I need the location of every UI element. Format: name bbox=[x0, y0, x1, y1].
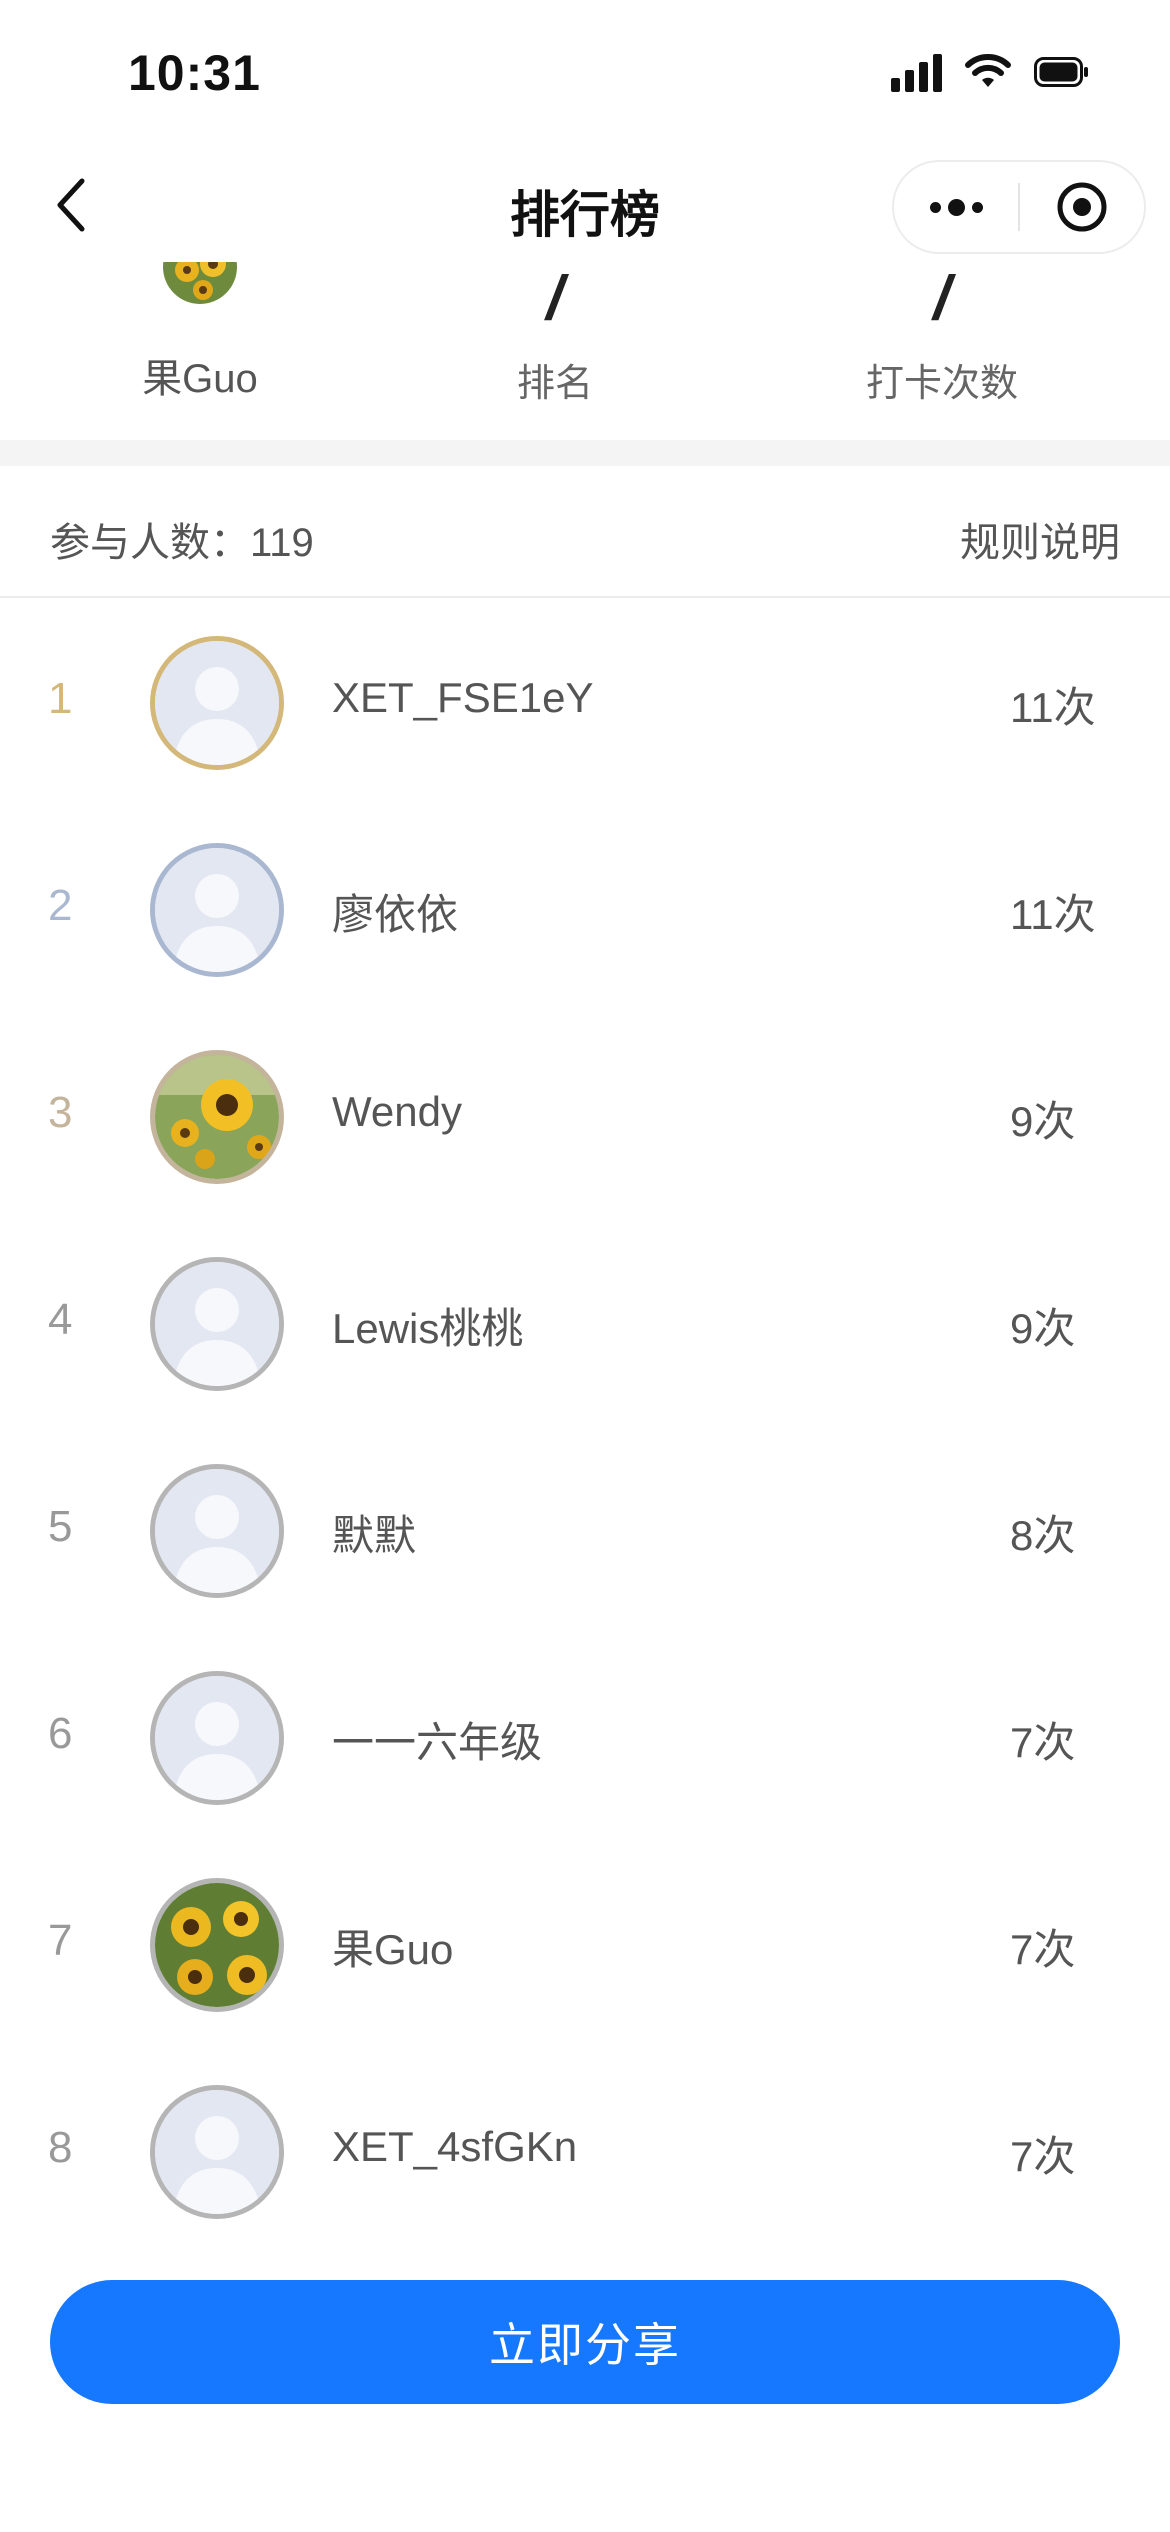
user-name: XET_FSE1eY bbox=[332, 674, 594, 721]
my-stats: 果Guo / 排名 / 打卡次数 bbox=[0, 262, 1170, 442]
checkin-count: 11次 bbox=[1010, 684, 1096, 731]
ranking-row[interactable]: 2 廖依依 11次 bbox=[0, 807, 1170, 1014]
user-name: 默默 bbox=[332, 1512, 417, 1559]
checkin-count: 7次 bbox=[1010, 1926, 1076, 1973]
user-name: Wendy bbox=[332, 1088, 462, 1135]
close-miniprogram-button[interactable] bbox=[1020, 162, 1144, 252]
rank-stat: / 排名 bbox=[405, 262, 705, 407]
rank-number: 3 bbox=[48, 1088, 73, 1137]
participants-header: 参与人数：119 规则说明 bbox=[0, 466, 1170, 598]
wifi-icon bbox=[964, 53, 1012, 91]
ranking-row[interactable]: 5 默默 8次 bbox=[0, 1428, 1170, 1635]
user-name: 一一六年级 bbox=[332, 1719, 543, 1766]
mini-program-capsule bbox=[892, 160, 1146, 254]
user-name: 果Guo bbox=[332, 1926, 454, 1973]
checkin-stat: / 打卡次数 bbox=[792, 262, 1092, 407]
battery-icon bbox=[1034, 57, 1090, 87]
checkin-count: 7次 bbox=[1010, 2133, 1076, 2180]
my-avatar bbox=[163, 262, 237, 304]
sunflower-photo-avatar bbox=[155, 1883, 279, 2007]
ranking-row[interactable]: 7 果Guo 7次 bbox=[0, 1842, 1170, 2049]
ranking-row[interactable]: 6 一一六年级 7次 bbox=[0, 1635, 1170, 1842]
user-name: 廖依依 bbox=[332, 891, 459, 938]
rank-number: 8 bbox=[48, 2123, 73, 2172]
avatar bbox=[150, 1671, 284, 1805]
user-name: XET_4sfGKn bbox=[332, 2123, 578, 2170]
more-dots-icon bbox=[929, 198, 983, 216]
nav-bar: 排行榜 bbox=[0, 150, 1170, 260]
ranking-row[interactable]: 4 Lewis桃桃 9次 bbox=[0, 1221, 1170, 1428]
ranking-row[interactable]: 8 XET_4sfGKn 7次 bbox=[0, 2049, 1170, 2256]
checkin-count: 7次 bbox=[1010, 1719, 1076, 1766]
rank-label: 排名 bbox=[516, 363, 593, 405]
rank-number: 6 bbox=[48, 1709, 73, 1758]
status-bar: 10:31 bbox=[0, 0, 1170, 140]
checkin-count: 9次 bbox=[1010, 1305, 1076, 1352]
default-avatar-icon bbox=[155, 848, 279, 972]
checkin-count: 8次 bbox=[1010, 1512, 1076, 1559]
user-name: Lewis桃桃 bbox=[332, 1305, 524, 1352]
default-avatar-icon bbox=[155, 1469, 279, 1593]
checkin-label: 打卡次数 bbox=[865, 363, 1018, 405]
avatar bbox=[150, 1464, 284, 1598]
my-name: 果Guo bbox=[142, 357, 258, 401]
checkin-count: 9次 bbox=[1010, 1098, 1076, 1145]
participant-count: 参与人数：119 bbox=[50, 521, 314, 565]
status-icons bbox=[891, 52, 1090, 92]
default-avatar-icon bbox=[155, 1676, 279, 1800]
watermark bbox=[985, 2480, 1135, 2520]
share-now-button[interactable]: 立即分享 bbox=[50, 2280, 1120, 2404]
rank-number: 2 bbox=[48, 881, 73, 930]
rank-value: / bbox=[546, 264, 564, 333]
default-avatar-icon bbox=[155, 641, 279, 765]
avatar bbox=[150, 1050, 284, 1184]
target-close-icon bbox=[1057, 182, 1107, 232]
avatar bbox=[150, 636, 284, 770]
rank-number: 4 bbox=[48, 1295, 73, 1344]
cellular-signal-icon bbox=[891, 52, 942, 92]
ranking-row[interactable]: 1 XET_FSE1eY 11次 bbox=[0, 600, 1170, 807]
default-avatar-icon bbox=[155, 2090, 279, 2214]
ranking-list: 1 XET_FSE1eY 11次 2 廖依依 11次 3 Wendy 9次 4 … bbox=[0, 600, 1170, 2256]
avatar bbox=[150, 1257, 284, 1391]
checkin-value: / bbox=[933, 264, 951, 333]
ranking-row[interactable]: 3 Wendy 9次 bbox=[0, 1014, 1170, 1221]
checkin-count: 11次 bbox=[1010, 891, 1096, 938]
avatar bbox=[150, 1878, 284, 2012]
rules-link[interactable]: 规则说明 bbox=[960, 510, 1120, 568]
rank-number: 1 bbox=[48, 674, 73, 723]
section-divider bbox=[0, 440, 1170, 466]
sunflower-photo-avatar bbox=[155, 1055, 279, 1179]
rank-number: 7 bbox=[48, 1916, 73, 1965]
avatar bbox=[150, 2085, 284, 2219]
default-avatar-icon bbox=[155, 1262, 279, 1386]
more-button[interactable] bbox=[894, 162, 1018, 252]
status-time: 10:31 bbox=[128, 45, 261, 101]
rank-number: 5 bbox=[48, 1502, 73, 1551]
avatar bbox=[150, 843, 284, 977]
